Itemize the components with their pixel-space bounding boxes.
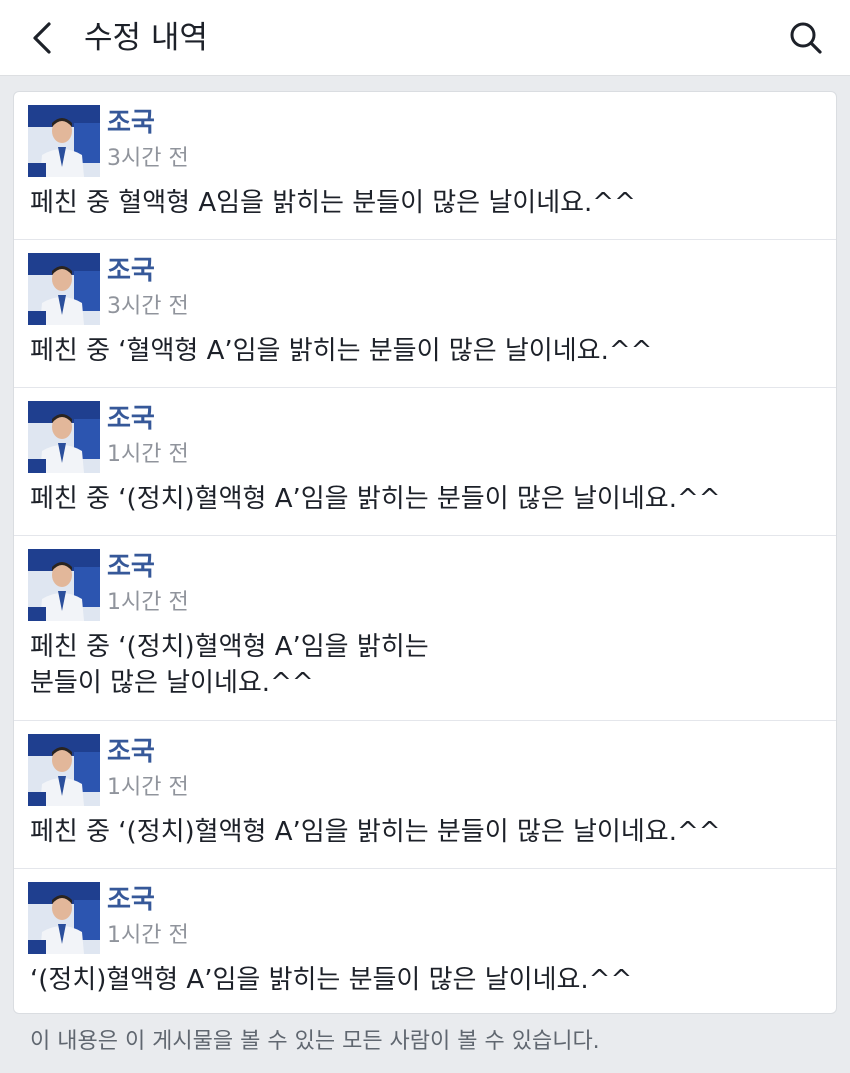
author-name[interactable]: 조국 — [107, 736, 155, 768]
avatar[interactable] — [28, 549, 100, 621]
post-text: 페친 중 ‘(정치)혈액형 A’임을 밝히는 분들이 많은 날이네요.^^ — [30, 814, 810, 850]
post-text: 페친 중 혈액형 A임을 밝히는 분들이 많은 날이네요.^^ — [30, 185, 810, 221]
post-text-line: 분들이 많은 날이네요.^^ — [30, 668, 314, 698]
post-text-line: 페친 중 ‘(정치)혈액형 A’임을 밝히는 — [30, 632, 429, 662]
timestamp[interactable]: 1시간 전 — [107, 922, 189, 950]
avatar[interactable] — [28, 253, 100, 325]
post-text: 페친 중 ‘혈액형 A’임을 밝히는 분들이 많은 날이네요.^^ — [30, 333, 810, 369]
timestamp[interactable]: 3시간 전 — [107, 293, 189, 321]
back-button[interactable] — [22, 18, 62, 58]
edit-history-card: 조국 3시간 전 페친 중 혈액형 A임을 밝히는 분들이 많은 날이네요.^^… — [13, 91, 837, 1014]
search-button[interactable] — [786, 18, 826, 58]
edit-history-entry: 조국 1시간 전 페친 중 ‘(정치)혈액형 A’임을 밝히는 분들이 많은 날… — [14, 388, 836, 536]
post-text: 페친 중 ‘(정치)혈액형 A’임을 밝히는 분들이 많은 날이네요.^^ — [30, 629, 810, 701]
top-bar: 수정 내역 — [0, 0, 850, 76]
avatar[interactable] — [28, 734, 100, 806]
author-name[interactable]: 조국 — [107, 107, 155, 139]
edit-history-entry: 조국 1시간 전 페친 중 ‘(정치)혈액형 A’임을 밝히는 분들이 많은 날… — [14, 721, 836, 869]
post-text-line: 페친 중 ‘(정치)혈액형 A’임을 밝히는 분들이 많은 날이네요.^^ — [30, 817, 721, 847]
author-name[interactable]: 조국 — [107, 551, 155, 583]
timestamp[interactable]: 1시간 전 — [107, 774, 189, 802]
post-text-line: 페친 중 ‘혈액형 A’임을 밝히는 분들이 많은 날이네요.^^ — [30, 336, 653, 366]
post-text-line: 페친 중 혈액형 A임을 밝히는 분들이 많은 날이네요.^^ — [30, 188, 636, 218]
edit-history-entry: 조국 1시간 전 ‘(정치)혈액형 A’임을 밝히는 분들이 많은 날이네요.^… — [14, 869, 836, 1013]
post-text-line: ‘(정치)혈액형 A’임을 밝히는 분들이 많은 날이네요.^^ — [30, 965, 633, 995]
chevron-left-icon — [33, 22, 51, 54]
author-name[interactable]: 조국 — [107, 884, 155, 916]
post-text: 페친 중 ‘(정치)혈액형 A’임을 밝히는 분들이 많은 날이네요.^^ — [30, 481, 810, 517]
avatar[interactable] — [28, 401, 100, 473]
avatar[interactable] — [28, 882, 100, 954]
edit-history-entry: 조국 3시간 전 페친 중 ‘혈액형 A’임을 밝히는 분들이 많은 날이네요.… — [14, 240, 836, 388]
edit-history-entry: 조국 1시간 전 페친 중 ‘(정치)혈액형 A’임을 밝히는 분들이 많은 날… — [14, 536, 836, 721]
edit-history-entry: 조국 3시간 전 페친 중 혈액형 A임을 밝히는 분들이 많은 날이네요.^^ — [14, 92, 836, 240]
timestamp[interactable]: 1시간 전 — [107, 589, 189, 617]
visibility-note: 이 내용은 이 게시물을 볼 수 있는 모든 사람이 볼 수 있습니다. — [30, 1029, 600, 1054]
timestamp[interactable]: 1시간 전 — [107, 441, 189, 469]
search-icon — [790, 22, 822, 54]
author-name[interactable]: 조국 — [107, 403, 155, 435]
post-text-line: 페친 중 ‘(정치)혈액형 A’임을 밝히는 분들이 많은 날이네요.^^ — [30, 484, 721, 514]
avatar[interactable] — [28, 105, 100, 177]
page-title: 수정 내역 — [84, 20, 208, 56]
timestamp[interactable]: 3시간 전 — [107, 145, 189, 173]
author-name[interactable]: 조국 — [107, 255, 155, 287]
post-text: ‘(정치)혈액형 A’임을 밝히는 분들이 많은 날이네요.^^ — [30, 962, 810, 998]
